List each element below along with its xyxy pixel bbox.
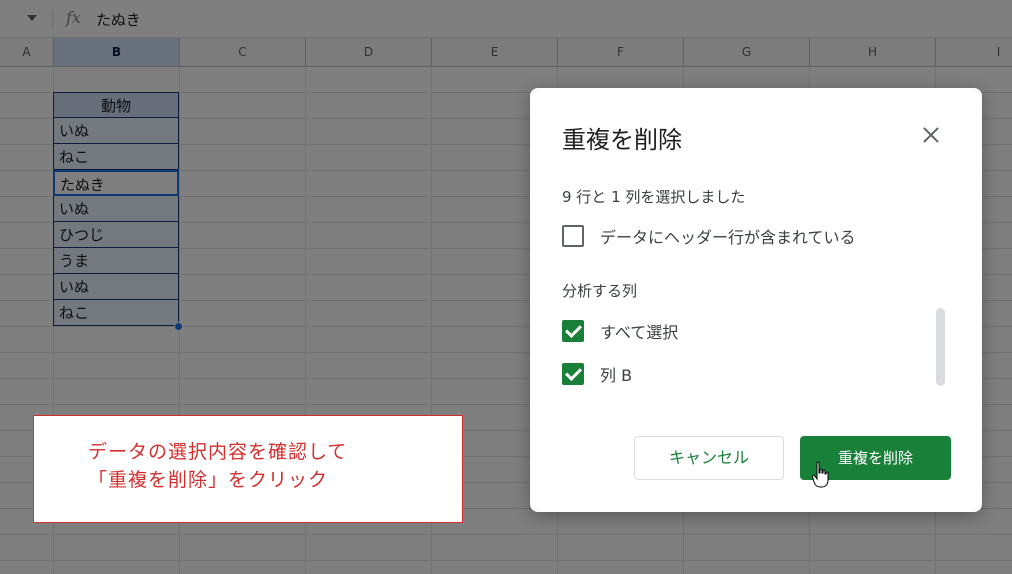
instruction-line-2: 「重複を削除」をクリック xyxy=(88,469,329,491)
hand-pointer-icon xyxy=(812,461,829,488)
column-list-scrollbar[interactable] xyxy=(936,308,945,386)
instruction-callout: データの選択内容を確認して 「重複を削除」をクリック xyxy=(33,415,463,523)
select-all-label: すべて選択 xyxy=(600,323,679,342)
instruction-line-1: データの選択内容を確認して xyxy=(88,441,348,463)
column-b-checkbox[interactable] xyxy=(562,363,584,385)
select-all-checkbox[interactable] xyxy=(562,320,584,342)
column-b-checkbox-row[interactable]: 列 B xyxy=(562,362,632,386)
header-row-checkbox[interactable] xyxy=(562,225,584,247)
header-row-checkbox-label: データにヘッダー行が含まれている xyxy=(600,228,856,247)
columns-section-label: 分析する列 xyxy=(562,282,638,300)
dialog-title: 重複を削除 xyxy=(562,126,682,154)
select-all-checkbox-row[interactable]: すべて選択 xyxy=(562,319,678,343)
header-row-checkbox-row[interactable]: データにヘッダー行が含まれている xyxy=(562,224,856,248)
remove-duplicates-dialog: 重複を削除 9 行と 1 列を選択しました データにヘッダー行が含まれている 分… xyxy=(530,88,982,512)
cancel-button[interactable]: キャンセル xyxy=(634,436,784,480)
selection-info: 9 行と 1 列を選択しました xyxy=(562,188,746,206)
column-b-label: 列 B xyxy=(600,366,633,385)
close-icon[interactable] xyxy=(918,122,944,148)
